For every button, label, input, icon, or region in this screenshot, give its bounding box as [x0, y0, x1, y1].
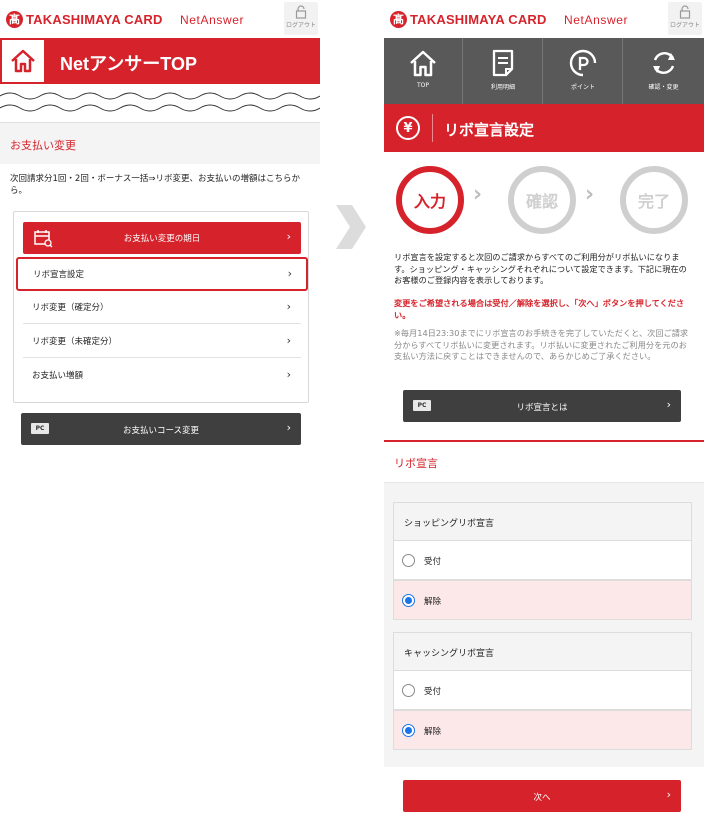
radio-checked[interactable] — [402, 724, 415, 737]
service-logo: NetAnswer — [180, 13, 245, 27]
option-label: 受付 — [424, 687, 442, 697]
step-input: 入力 — [396, 166, 464, 234]
shopping-revo-group: ショッピングリボ宣言 — [393, 502, 692, 540]
menu-item-revo-declaration[interactable]: リボ宣言設定 › — [16, 257, 308, 291]
cashing-accept-option[interactable]: 受付 — [393, 670, 692, 710]
cashing-revo-group: キャッシングリボ宣言 — [393, 632, 692, 670]
chevron-right-icon: › — [287, 267, 292, 280]
brand-logo[interactable]: 髙 TAKASHIMAYA CARD — [6, 9, 163, 29]
step-confirm: 確認 — [508, 166, 576, 234]
nav-tab-confirm-change[interactable]: 確認・変更 — [624, 38, 703, 104]
radio-checked[interactable] — [402, 594, 415, 607]
option-label: 受付 — [424, 557, 442, 567]
nav-tab-top[interactable]: TOP — [384, 38, 463, 104]
radio-unchecked[interactable] — [402, 554, 415, 567]
payment-deadline-label: お支払い変更の期日 — [123, 234, 201, 244]
next-button-label: 次へ — [533, 793, 551, 803]
menu-item-label: お支払い増額 — [32, 371, 84, 381]
section-title: お支払い変更 — [10, 139, 76, 152]
step-complete: 完了 — [620, 166, 688, 234]
payment-change-screen: 髙 TAKASHIMAYA CARD NetAnswer ログアウト Netアン… — [0, 0, 320, 830]
chevron-right-icon: › — [666, 788, 671, 801]
payment-deadline-button[interactable]: お支払い変更の期日 › — [23, 222, 301, 254]
app-header: 髙 TAKASHIMAYA CARD NetAnswer ログアウト — [384, 0, 704, 38]
chevron-right-icon: › — [286, 421, 291, 434]
logout-button[interactable]: ログアウト — [668, 2, 702, 35]
header-divider — [432, 114, 433, 142]
page-description: リボ宣言を設定すると次回のご請求からすべてのご利用分がリボ払いになります。ショッ… — [394, 252, 687, 285]
statement-icon — [492, 49, 514, 77]
section-description: 次回請求分1回・2回・ボーナス一括⇒リボ変更、お支払いの増額はこちらから。 — [10, 174, 300, 196]
menu-item-revo-change-unconfirmed[interactable]: リボ変更（未確定分） › — [23, 324, 301, 358]
home-icon — [11, 49, 35, 73]
section-header: お支払い変更 — [0, 122, 320, 164]
flow-arrow-icon — [336, 205, 366, 249]
step-chevron-icon: › — [473, 182, 483, 207]
shopping-accept-option[interactable]: 受付 — [393, 540, 692, 580]
yen-icon: ¥ — [396, 116, 420, 140]
deadline-note: ※毎月14日23:30までにリボ宣言のお手続きを完了していただくと、次回ご請求分… — [394, 328, 689, 361]
app-header: 髙 TAKASHIMAYA CARD NetAnswer ログアウト — [0, 0, 320, 38]
group-title: キャッシングリボ宣言 — [404, 649, 495, 659]
page-header: NetアンサーTOP — [0, 38, 320, 84]
payment-course-change-label: お支払いコース変更 — [122, 426, 200, 436]
nav-tab-statement[interactable]: 利用明細 — [464, 38, 543, 104]
section-title: リボ宣言 — [394, 457, 438, 470]
section-header: リボ宣言 — [384, 440, 704, 482]
payment-menu: お支払い変更の期日 › リボ宣言設定 › リボ変更（確定分） › リボ変更（未確… — [13, 211, 309, 403]
nav-tab-label: 利用明細 — [490, 84, 515, 91]
brand-mark-icon: 髙 — [6, 10, 23, 28]
nav-tab-label: TOP — [416, 82, 429, 89]
option-label: 解除 — [424, 597, 442, 607]
radio-unchecked[interactable] — [402, 684, 415, 697]
about-revo-button[interactable]: PC リボ宣言とは › — [403, 390, 681, 422]
chevron-right-icon: › — [286, 230, 291, 243]
menu-item-label: リボ変更（未確定分） — [32, 337, 118, 347]
about-revo-label: リボ宣言とは — [516, 403, 568, 413]
logout-label: ログアウト — [669, 22, 700, 29]
main-nav: TOP 利用明細 ポイント 確認・変更 — [384, 38, 704, 104]
option-label: 解除 — [424, 727, 442, 737]
yen-icon-box: ¥ — [384, 104, 432, 152]
logout-label: ログアウト — [285, 22, 316, 29]
content-omitted-divider — [0, 92, 320, 112]
group-title: ショッピングリボ宣言 — [404, 519, 495, 529]
menu-item-label: リボ変更（確定分） — [32, 303, 109, 313]
brand-logo[interactable]: 髙 TAKASHIMAYA CARD — [390, 9, 547, 29]
nav-tab-point[interactable]: ポイント — [544, 38, 623, 104]
menu-item-revo-change-confirmed[interactable]: リボ変更（確定分） › — [23, 290, 301, 324]
logout-button[interactable]: ログアウト — [284, 2, 318, 35]
next-button[interactable]: 次へ › — [403, 780, 681, 812]
brand-name: TAKASHIMAYA CARD — [26, 11, 163, 27]
nav-tab-label: 確認・変更 — [648, 84, 679, 91]
nav-tab-label: ポイント — [570, 84, 595, 91]
page-header: ¥ リボ宣言設定 — [384, 104, 704, 152]
shopping-cancel-option[interactable]: 解除 — [393, 580, 692, 620]
lock-icon — [679, 5, 691, 19]
home-button[interactable] — [0, 38, 46, 84]
page-title: リボ宣言設定 — [444, 121, 535, 139]
step-chevron-icon: › — [585, 182, 595, 207]
service-logo: NetAnswer — [564, 13, 629, 27]
lock-icon — [295, 5, 307, 19]
chevron-right-icon: › — [666, 398, 671, 411]
page-title: NetアンサーTOP — [60, 54, 197, 74]
menu-item-label: リボ宣言設定 — [33, 270, 85, 280]
cashing-cancel-option[interactable]: 解除 — [393, 710, 692, 750]
chevron-right-icon: › — [286, 368, 291, 381]
payment-course-change-button[interactable]: PC お支払いコース変更 › — [21, 413, 301, 445]
menu-item-payment-increase[interactable]: お支払い増額 › — [23, 358, 301, 392]
brand-name: TAKASHIMAYA CARD — [410, 11, 547, 27]
home-icon — [410, 50, 436, 77]
revo-declaration-screen: 髙 TAKASHIMAYA CARD NetAnswer ログアウト TOP 利… — [384, 0, 704, 830]
brand-mark-icon: 髙 — [390, 10, 407, 28]
instruction-text: 変更をご希望される場合は受付／解除を選択し、「次へ」ボタンを押してください。 — [394, 298, 685, 320]
chevron-right-icon: › — [286, 300, 291, 313]
point-icon — [569, 49, 597, 77]
refresh-icon — [652, 52, 675, 74]
chevron-right-icon: › — [286, 334, 291, 347]
